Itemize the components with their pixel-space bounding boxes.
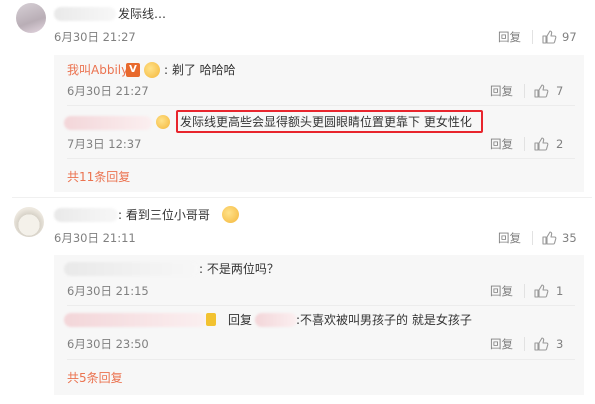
- fan-badge-icon: [144, 62, 160, 78]
- comment-time: 6月30日 21:27: [54, 30, 136, 44]
- separator-line: [12, 197, 592, 198]
- reply-text: : 剃了 哈哈哈: [164, 63, 236, 77]
- divider: [524, 84, 525, 98]
- verified-v-icon: V: [126, 63, 140, 77]
- reply-button[interactable]: 回复: [490, 137, 513, 151]
- username-redacted[interactable]: [54, 7, 116, 21]
- thumbs-up-icon[interactable]: [541, 29, 557, 45]
- divider: [532, 231, 533, 245]
- username-redacted[interactable]: [64, 262, 198, 276]
- comment-text: : 看到三位小哥哥: [118, 208, 210, 222]
- reply-author[interactable]: 我叫Abbily: [67, 63, 128, 77]
- username-redacted[interactable]: [64, 116, 152, 130]
- more-replies-link[interactable]: 共11条回复: [67, 170, 130, 184]
- like-count: 7: [556, 84, 564, 98]
- like-count: 3: [556, 337, 564, 351]
- comment-time: 6月30日 21:11: [54, 231, 136, 245]
- reply-time: 6月30日 23:50: [67, 337, 149, 351]
- reply-button[interactable]: 回复: [490, 337, 513, 351]
- reply-time: 7月3日 12:37: [67, 137, 142, 151]
- comment-text: 发际线…: [118, 7, 167, 21]
- separator-line: [67, 359, 575, 360]
- username-redacted[interactable]: [255, 313, 297, 327]
- like-count: 2: [556, 137, 564, 151]
- divider: [524, 337, 525, 351]
- username-redacted[interactable]: [54, 208, 118, 222]
- reply-text: 发际线更高些会显得额头更圆眼睛位置更靠下 更女性化: [180, 115, 472, 129]
- divider: [524, 284, 525, 298]
- thumbs-up-icon[interactable]: [533, 336, 549, 352]
- reply-button[interactable]: 回复: [490, 284, 513, 298]
- reply-time: 6月30日 21:27: [67, 84, 149, 98]
- divider: [532, 30, 533, 44]
- thumbs-up-icon[interactable]: [533, 283, 549, 299]
- like-count: 1: [556, 284, 564, 298]
- reply-prefix: 回复: [228, 313, 253, 327]
- reply-button[interactable]: 回复: [498, 30, 521, 44]
- reply-button[interactable]: 回复: [498, 231, 521, 245]
- like-count: 97: [562, 30, 577, 44]
- separator-line: [67, 158, 575, 159]
- username-redacted[interactable]: [64, 313, 206, 327]
- like-count: 35: [562, 231, 577, 245]
- avatar[interactable]: [16, 3, 46, 33]
- fan-badge-icon: [156, 115, 170, 129]
- reply-text: :不喜欢被叫男孩子的 就是女孩子: [296, 313, 472, 327]
- separator-line: [67, 305, 575, 306]
- fan-badge-icon: [206, 313, 216, 326]
- reply-text: : 不是两位吗？: [199, 262, 279, 276]
- reply-time: 6月30日 21:15: [67, 284, 149, 298]
- smile-emoji-icon: [222, 206, 239, 223]
- avatar[interactable]: [14, 207, 44, 237]
- separator-line: [67, 105, 575, 106]
- thumbs-up-icon[interactable]: [533, 136, 549, 152]
- thumbs-up-icon[interactable]: [541, 230, 557, 246]
- reply-button[interactable]: 回复: [490, 84, 513, 98]
- divider: [524, 137, 525, 151]
- thumbs-up-icon[interactable]: [533, 83, 549, 99]
- more-replies-link[interactable]: 共5条回复: [67, 371, 123, 385]
